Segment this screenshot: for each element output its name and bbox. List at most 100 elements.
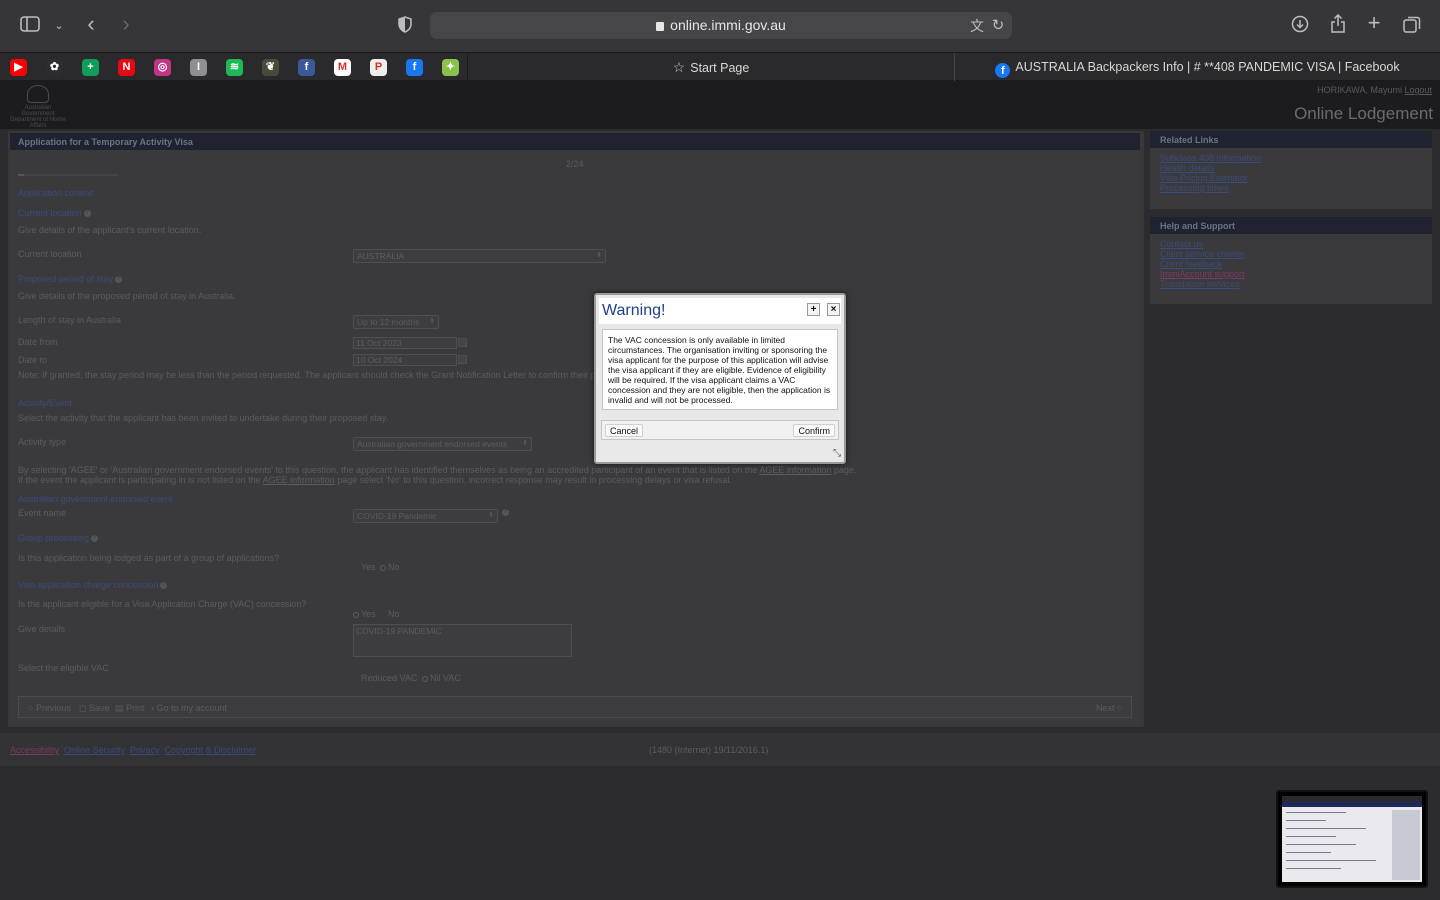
thumbnail-line xyxy=(1286,860,1376,861)
help-icon[interactable]: ? xyxy=(160,582,168,589)
date-from-input[interactable]: 11 Oct 2023 xyxy=(353,337,457,349)
browser-toolbar: ⌄ ‹ › online.immi.gov.au 文 ↻ + xyxy=(0,0,1440,52)
thumbnail-line xyxy=(1286,852,1331,853)
tab-facebook[interactable]: f AUSTRALIA Backpackers Info | # **408 PA… xyxy=(955,53,1440,81)
help-icon[interactable]: ? xyxy=(502,509,509,516)
lock-icon xyxy=(656,22,665,31)
reload-icon[interactable]: ↻ xyxy=(990,16,1006,36)
save-button[interactable]: ◻ Save xyxy=(79,703,110,714)
instagram-icon[interactable]: ◎ xyxy=(154,59,171,76)
pwc-icon[interactable]: P xyxy=(370,59,387,76)
date-from-label: Date from xyxy=(18,337,58,347)
close-icon[interactable]: × xyxy=(827,303,840,316)
previous-button[interactable]: ○ Previous xyxy=(28,703,71,713)
related-link[interactable]: Processing times xyxy=(1160,183,1422,193)
photos-icon[interactable]: ✿ xyxy=(46,59,63,76)
thumbnail-line xyxy=(1286,812,1346,813)
previous-icon: ○ xyxy=(28,703,34,713)
page-counter: 2/24 xyxy=(566,159,584,169)
tab-overview-icon[interactable] xyxy=(1402,16,1422,38)
maximize-icon[interactable]: + xyxy=(807,303,820,316)
confirm-button[interactable]: Confirm xyxy=(793,424,835,437)
bird-icon[interactable]: ❦ xyxy=(262,59,279,76)
nil-vac-radio[interactable]: Nil VAC xyxy=(422,673,461,683)
form-navigation: ○ Previous ◻ Save ▤ Print › Go to my acc… xyxy=(18,696,1132,718)
activity-type-select[interactable]: Australian government endorsed events xyxy=(353,437,532,451)
gmail-icon[interactable]: M xyxy=(334,59,351,76)
dialog-actions: Cancel Confirm xyxy=(601,420,839,440)
cancel-button[interactable]: Cancel xyxy=(605,424,644,437)
length-select[interactable]: Up to 12 months xyxy=(353,315,439,329)
forward-icon[interactable]: › xyxy=(117,13,135,35)
address-bar[interactable]: online.immi.gov.au 文 ↻ xyxy=(430,12,1012,39)
resize-handle-icon[interactable]: ⤡ xyxy=(833,448,841,459)
thumbnail-line xyxy=(1286,836,1336,837)
help-icon[interactable]: ? xyxy=(115,276,123,283)
green-app-icon[interactable]: ✦ xyxy=(442,59,459,76)
screenshot-thumbnail[interactable] xyxy=(1276,790,1428,888)
related-link[interactable]: Health details xyxy=(1160,163,1422,173)
current-location-select[interactable]: AUSTRALIA xyxy=(353,249,606,263)
app-icon[interactable]: I xyxy=(190,59,207,76)
download-icon[interactable] xyxy=(1290,15,1310,37)
date-to-input[interactable]: 10 Oct 2024 xyxy=(353,354,457,366)
sheets-icon[interactable]: + xyxy=(82,59,99,76)
new-tab-icon[interactable]: + xyxy=(1364,12,1384,34)
logout-link[interactable]: Logout xyxy=(1404,85,1432,95)
facebook-icon[interactable]: f xyxy=(406,59,423,76)
vac-yes-radio[interactable]: Yes xyxy=(353,609,376,619)
calendar-icon[interactable] xyxy=(458,338,467,347)
back-icon[interactable]: ‹ xyxy=(82,13,100,35)
agee-note-line-1: By selecting 'AGEE' or 'Australian gover… xyxy=(18,465,857,475)
length-label: Length of stay in Australia xyxy=(18,315,122,325)
calendar-icon[interactable] xyxy=(458,355,467,364)
footer-link[interactable]: Privacy xyxy=(130,745,160,755)
sidebar-toggle-icon[interactable] xyxy=(20,16,40,36)
agee-info-link[interactable]: AGEE information xyxy=(759,465,831,475)
event-name-select[interactable]: COVID-19 Pandemic xyxy=(353,509,498,523)
eligible-vac-label: Select the eligible VAC xyxy=(18,663,109,673)
footer-link[interactable]: Accessibility xyxy=(10,745,59,755)
group-yes-radio[interactable]: Yes xyxy=(361,562,376,572)
date-to-label: Date to xyxy=(18,355,48,365)
help-link[interactable]: ImmiAccount support xyxy=(1160,269,1422,279)
netflix-icon[interactable]: N xyxy=(118,59,135,76)
agee-info-link[interactable]: AGEE information xyxy=(263,475,335,485)
spotify-icon[interactable]: ≋ xyxy=(226,59,243,76)
next-icon: ○ xyxy=(1117,703,1123,713)
related-link[interactable]: Visa Pricing Estimator xyxy=(1160,173,1422,183)
footer-link[interactable]: Copyright & Disclaimer xyxy=(165,745,257,755)
print-button[interactable]: ▤ Print xyxy=(115,703,145,714)
chevron-down-icon[interactable]: ⌄ xyxy=(53,16,65,36)
share-icon[interactable] xyxy=(1328,13,1348,38)
address-url: online.immi.gov.au xyxy=(430,17,1012,33)
reduced-vac-radio[interactable]: Reduced VAC xyxy=(361,673,417,683)
related-link[interactable]: Subclass 408 information xyxy=(1160,153,1422,163)
radio-icon xyxy=(353,612,359,618)
current-location-desc: Give details of the applicant's current … xyxy=(18,225,202,235)
privacy-shield-icon[interactable] xyxy=(396,16,414,37)
thumbnail-line xyxy=(1286,820,1326,821)
help-link[interactable]: Contact us xyxy=(1160,239,1422,249)
next-button[interactable]: Next ○ xyxy=(1096,703,1122,713)
thumbnail-image xyxy=(1282,796,1422,882)
help-icon[interactable]: ? xyxy=(91,535,99,542)
go-to-account-button[interactable]: › Go to my account xyxy=(151,703,227,713)
group-no-radio[interactable]: No xyxy=(380,562,400,572)
tab-start-page[interactable]: ☆ Start Page xyxy=(468,53,954,81)
help-link[interactable]: Client service charter xyxy=(1160,249,1422,259)
give-details-label: Give details xyxy=(18,624,66,634)
warning-dialog: Warning! + × The VAC concession is only … xyxy=(594,293,846,464)
vac-no-radio[interactable]: No xyxy=(388,609,400,619)
youtube-icon[interactable]: ▶ xyxy=(10,59,27,76)
help-icon[interactable]: ? xyxy=(83,210,91,217)
translate-icon[interactable]: 文 xyxy=(967,16,987,36)
help-link[interactable]: Translation services xyxy=(1160,279,1422,289)
thumbnail-sidebar xyxy=(1392,810,1420,880)
facebook-square-icon[interactable]: f xyxy=(298,59,315,76)
dialog-title-bar[interactable]: Warning! + × xyxy=(599,298,841,324)
activity-heading: Activity/Event xyxy=(18,398,73,408)
help-link[interactable]: Client feedback xyxy=(1160,259,1422,269)
give-details-textarea[interactable]: COVID-19 PANDEMIC xyxy=(353,624,572,657)
footer-link[interactable]: Online Security xyxy=(64,745,125,755)
